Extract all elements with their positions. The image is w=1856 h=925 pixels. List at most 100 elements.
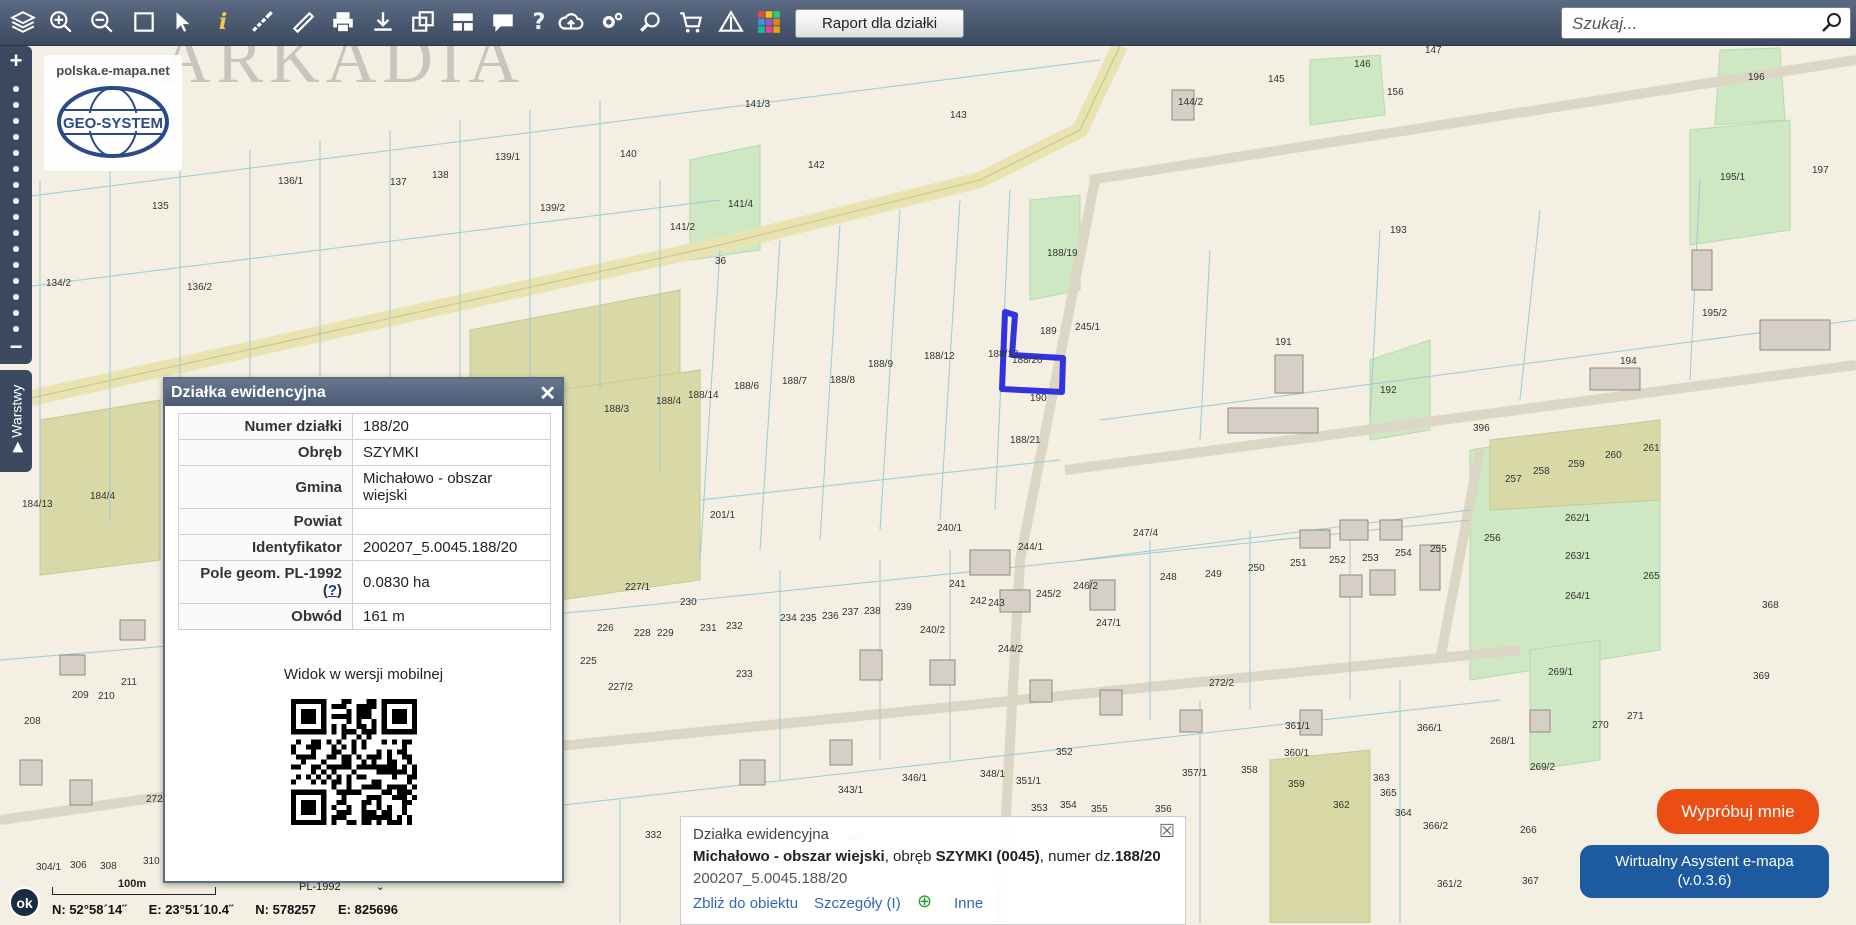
crs-selector[interactable]: PL-1992 ⌄ bbox=[299, 880, 385, 893]
parcel-label: 201/1 bbox=[710, 510, 735, 521]
print-icon[interactable] bbox=[328, 6, 358, 38]
zoom-level-dot bbox=[13, 182, 19, 188]
parcel-label: 195/1 bbox=[1720, 172, 1745, 183]
parcel-label: 304/1 bbox=[36, 862, 61, 873]
cart-icon[interactable] bbox=[676, 6, 706, 38]
layers-panel-tab[interactable]: ▶ Warstwy bbox=[0, 370, 32, 472]
parcel-label: 188/7 bbox=[782, 376, 807, 387]
parcel-label: 209 bbox=[72, 690, 89, 701]
object-identifier: 200207_5.0045.188/20 bbox=[693, 870, 848, 887]
zoom-level-dot bbox=[13, 134, 19, 140]
close-icon[interactable]: ☒ bbox=[1159, 821, 1175, 842]
row-key: Gmina bbox=[178, 465, 353, 509]
search-icon[interactable] bbox=[1820, 11, 1844, 35]
layers-icon[interactable] bbox=[8, 6, 38, 38]
table-row: Identyfikator 200207_5.0045.188/20 bbox=[178, 534, 551, 561]
cloud-upload-icon[interactable] bbox=[556, 6, 586, 38]
details-link[interactable]: Szczegóły (I) bbox=[814, 895, 901, 912]
parcel-label: 227/1 bbox=[625, 582, 650, 593]
virtual-assistant-button[interactable]: Wirtualny Asystent e-mapa (v.0.3.6) bbox=[1580, 845, 1829, 898]
parcel-label: 355 bbox=[1091, 804, 1108, 815]
row-value: 188/20 bbox=[352, 413, 551, 440]
parcel-label: 190 bbox=[1030, 393, 1047, 404]
popup-header[interactable]: Działka ewidencyjna ✕ bbox=[165, 379, 562, 406]
layout-icon[interactable] bbox=[448, 6, 478, 38]
chevron-down-icon[interactable]: ⌄ bbox=[376, 881, 385, 893]
measure-distance-icon[interactable] bbox=[248, 6, 278, 38]
parcel-label: 143 bbox=[950, 110, 967, 121]
row-key: Identyfikator bbox=[178, 534, 353, 561]
parcel-label: 225 bbox=[580, 656, 597, 667]
globe-logo-icon: GEO-SYSTEM bbox=[57, 86, 169, 158]
parcel-label: 352 bbox=[1056, 747, 1073, 758]
parcel-label: 144/2 bbox=[1178, 97, 1203, 108]
parcel-label: 188/20 bbox=[1012, 355, 1043, 366]
parcel-label: 254 bbox=[1395, 548, 1412, 559]
zoom-minus-icon[interactable]: − bbox=[4, 334, 28, 360]
zoom-plus-icon[interactable]: + bbox=[4, 48, 28, 74]
qr-code[interactable] bbox=[291, 699, 417, 825]
parcel-label: 257 bbox=[1505, 474, 1522, 485]
help-link[interactable]: ? bbox=[328, 582, 337, 599]
parcel-label: 246/2 bbox=[1073, 581, 1098, 592]
try-me-button[interactable]: Wypróbuj mnie bbox=[1657, 789, 1819, 834]
parcel-label: 226 bbox=[597, 623, 614, 634]
parcel-info-popup: Działka ewidencyjna ✕ Numer działki 188/2… bbox=[163, 377, 564, 883]
parcel-label: 191 bbox=[1275, 337, 1292, 348]
parcel-label: 189 bbox=[1040, 326, 1057, 337]
add-icon[interactable]: ⊕ bbox=[917, 891, 932, 912]
parcel-label: 211 bbox=[121, 677, 137, 688]
zoom-out-icon[interactable] bbox=[87, 6, 117, 38]
table-row: Numer działki 188/20 bbox=[178, 413, 551, 440]
copy-icon[interactable] bbox=[408, 6, 438, 38]
color-grid-icon[interactable] bbox=[754, 6, 784, 38]
row-value: 0.0830 ha bbox=[352, 560, 551, 604]
zoom-extent-icon[interactable] bbox=[129, 6, 159, 38]
zoom-in-icon[interactable] bbox=[46, 6, 76, 38]
layers-label: Warstwy bbox=[8, 384, 25, 438]
bidding-icon[interactable] bbox=[716, 6, 746, 38]
zoom-level-dot bbox=[13, 294, 19, 300]
parcel-label: 348/1 bbox=[980, 769, 1005, 780]
parcel-label: 245/1 bbox=[1075, 322, 1100, 333]
parcel-label: 227/2 bbox=[608, 682, 633, 693]
parcel-label: 365 bbox=[1380, 788, 1397, 799]
row-key: Powiat bbox=[178, 508, 353, 535]
parcel-label: 36 bbox=[715, 256, 727, 267]
settings-icon[interactable] bbox=[596, 6, 626, 38]
zoom-level-dot bbox=[13, 166, 19, 172]
parcel-label: 142 bbox=[808, 160, 825, 171]
pointer-icon[interactable] bbox=[168, 6, 198, 38]
help-icon[interactable]: ? bbox=[524, 6, 554, 38]
zoom-slider[interactable]: + − bbox=[0, 46, 32, 364]
row-value: Michałowo - obszar wiejski bbox=[352, 465, 551, 509]
parcel-label: 241 bbox=[949, 579, 966, 590]
other-link[interactable]: Inne bbox=[954, 895, 983, 912]
search-map-icon[interactable] bbox=[636, 6, 666, 38]
parcel-label: 354 bbox=[1060, 800, 1077, 811]
search-input[interactable] bbox=[1570, 12, 1814, 36]
easting: E: 825696 bbox=[338, 902, 398, 917]
parcel-label: 188/4 bbox=[656, 396, 681, 407]
geo-system-logo[interactable]: polska.e-mapa.net GEO-SYSTEM bbox=[44, 55, 182, 171]
parcel-label: 230 bbox=[680, 597, 697, 608]
parcel-label: 248 bbox=[1160, 572, 1177, 583]
zoom-level-dot bbox=[13, 214, 19, 220]
parcel-report-button[interactable]: Raport dla działki bbox=[795, 9, 964, 38]
row-key: Obwód bbox=[178, 603, 353, 630]
zoom-to-object-link[interactable]: Zbliż do obiektu bbox=[693, 895, 798, 912]
northing: N: 578257 bbox=[255, 902, 316, 917]
parcel-label: 140 bbox=[620, 149, 637, 160]
comment-icon[interactable] bbox=[488, 6, 518, 38]
info-icon[interactable]: i bbox=[208, 6, 238, 38]
measure-area-icon[interactable] bbox=[288, 6, 318, 38]
layers-tab-label: ▶ Warstwy bbox=[8, 384, 25, 453]
parcel-label: 188/14 bbox=[688, 390, 719, 401]
ok-button[interactable]: ok bbox=[9, 887, 40, 918]
parcel-label: 360/1 bbox=[1284, 748, 1309, 759]
parcel-label: 264/1 bbox=[1565, 591, 1590, 602]
parcel-label: 368 bbox=[1762, 600, 1779, 611]
parcel-label: 146 bbox=[1354, 59, 1371, 70]
close-icon[interactable]: ✕ bbox=[539, 381, 556, 406]
download-icon[interactable] bbox=[368, 6, 398, 38]
